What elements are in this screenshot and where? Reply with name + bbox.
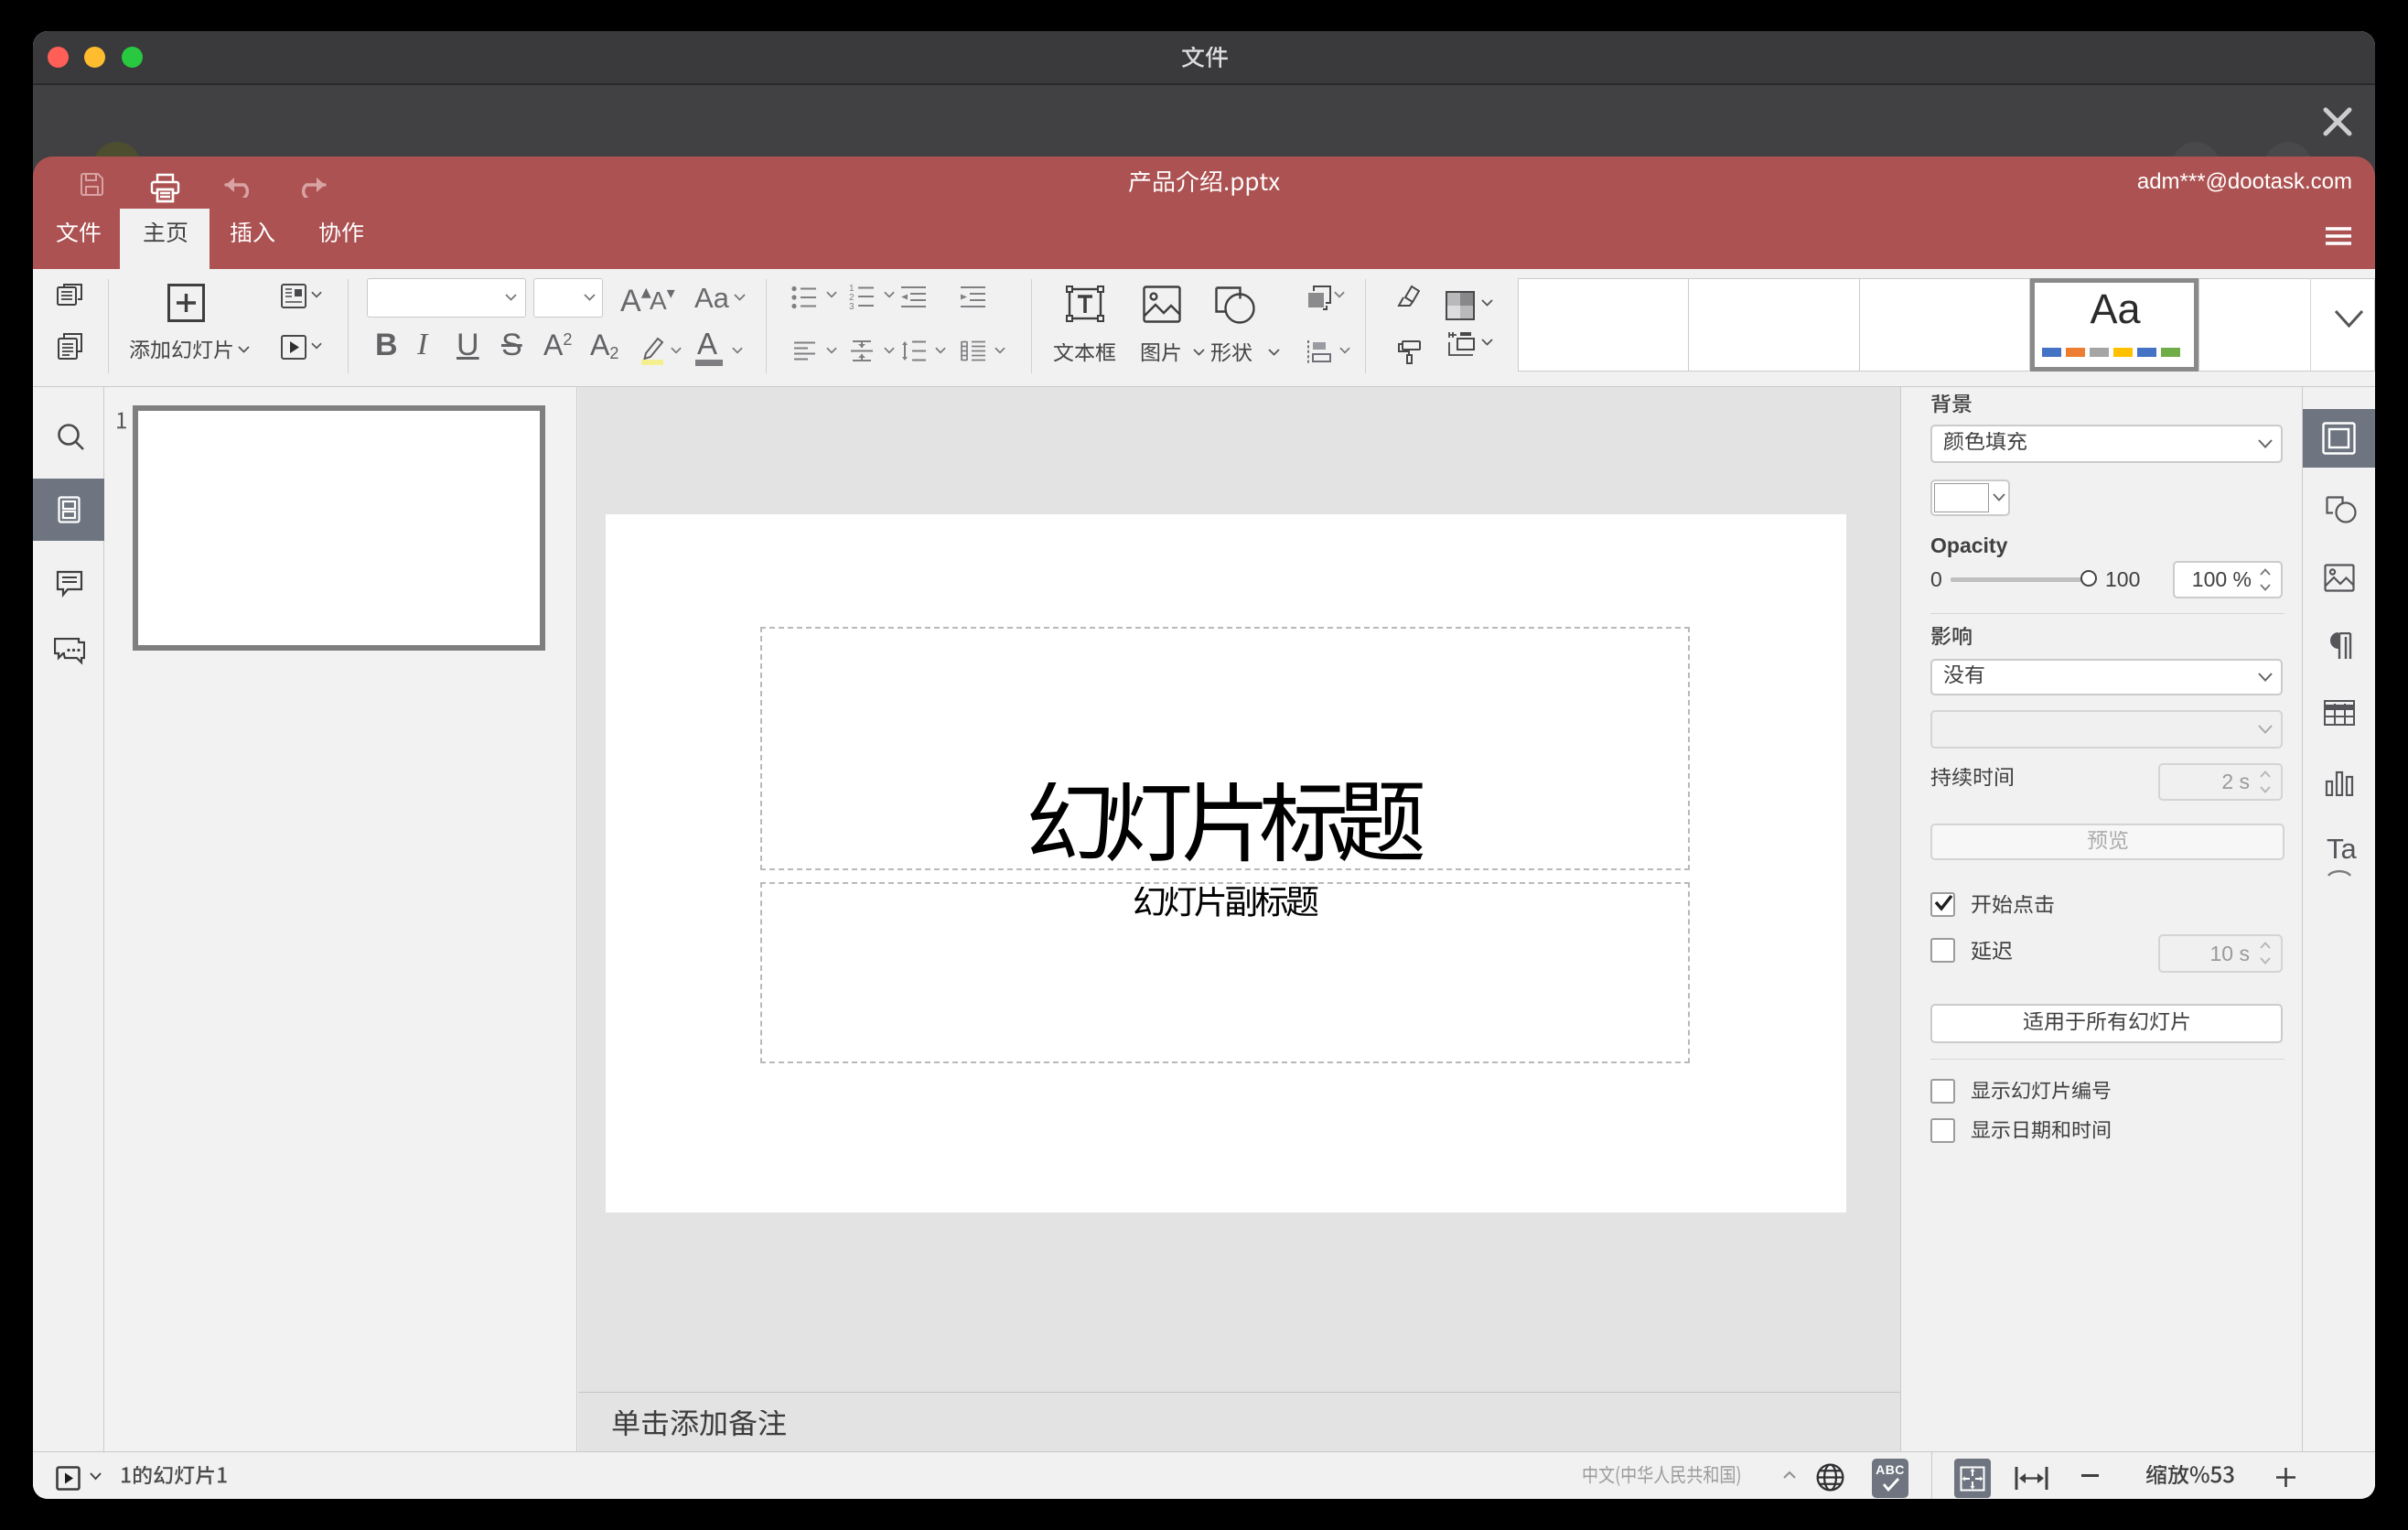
svg-text:3: 3	[849, 302, 855, 310]
